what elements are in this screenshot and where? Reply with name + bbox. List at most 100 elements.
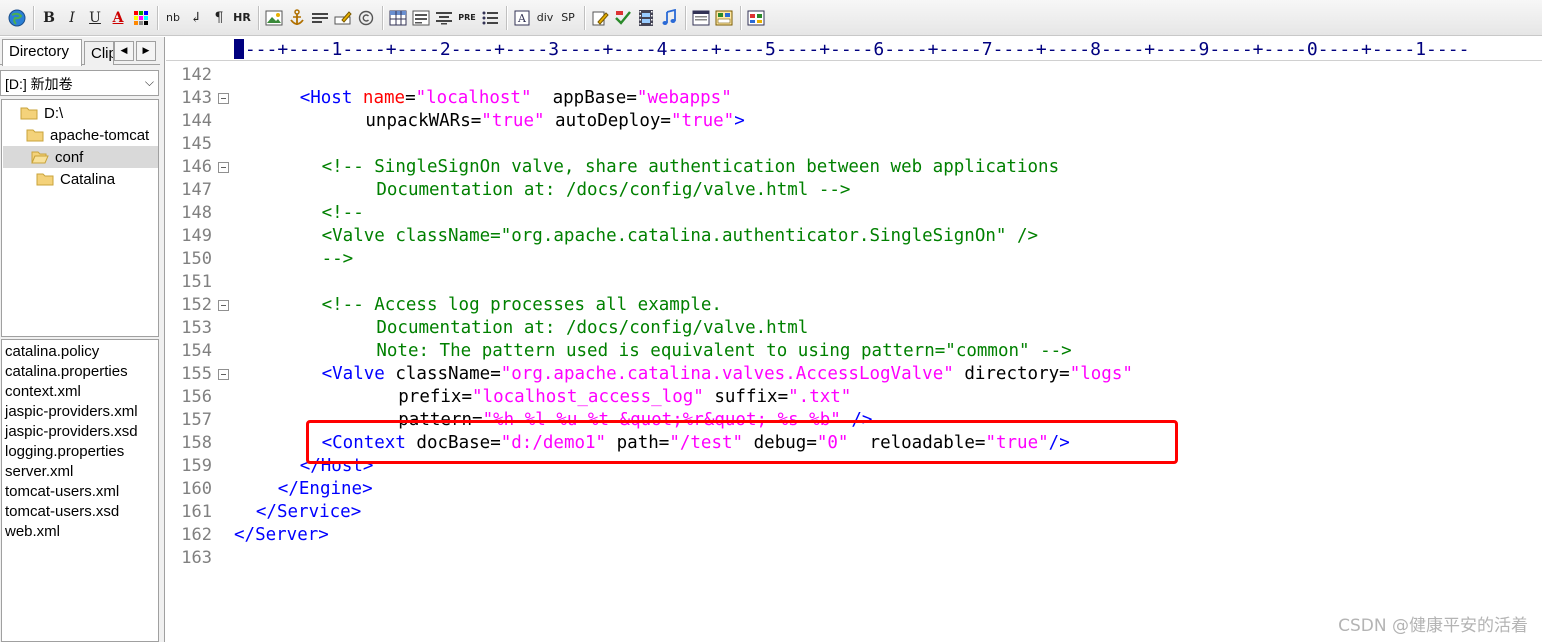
line-number: 152 xyxy=(181,295,212,315)
code-line[interactable]: 155 <Valve className="org.apache.catalina… xyxy=(166,363,1542,386)
tree-item-apache-tomcat[interactable]: apache-tomcat xyxy=(26,124,158,146)
line-number: 161 xyxy=(181,502,212,522)
span-button[interactable]: SP xyxy=(557,6,579,30)
italic-button[interactable]: I xyxy=(61,6,83,30)
xml-attribute: = xyxy=(461,387,473,407)
file-list-item[interactable]: context.xml xyxy=(2,382,158,402)
code-line[interactable]: 149 <Valve className="org.apache.catalina… xyxy=(166,225,1542,248)
panel-splitter[interactable] xyxy=(160,37,165,642)
fold-collapse-icon[interactable] xyxy=(218,93,229,104)
code-line[interactable]: 154 Note: The pattern used is equivalent … xyxy=(166,340,1542,363)
code-line[interactable]: 162 </Server> xyxy=(166,524,1542,547)
copyright-icon[interactable] xyxy=(355,6,377,30)
list-icon[interactable] xyxy=(479,6,501,30)
xml-attribute: reloadable xyxy=(848,433,975,453)
code-text: --> xyxy=(322,248,354,271)
fold-collapse-icon[interactable] xyxy=(218,369,229,380)
xml-attribute: = xyxy=(472,410,483,430)
edit-field-icon[interactable] xyxy=(332,6,354,30)
code-line[interactable]: 153 Documentation at: /docs/config/valve.… xyxy=(166,317,1542,340)
line-number: 163 xyxy=(181,548,212,568)
file-list-item[interactable]: web.xml xyxy=(2,522,158,542)
fold-collapse-icon[interactable] xyxy=(218,300,229,311)
drive-select[interactable]: [D:] 新加卷 ⌵ xyxy=(0,70,159,96)
drive-select-value: [D:] 新加卷 xyxy=(5,76,73,92)
tree-item-catalina[interactable]: Catalina xyxy=(36,168,158,190)
code-line[interactable]: 151 xyxy=(166,271,1542,294)
text-frame-icon[interactable]: A xyxy=(511,6,533,30)
nbsp-button[interactable]: nb xyxy=(162,6,184,30)
xml-value: "0" xyxy=(816,433,849,453)
code-line[interactable]: 163 xyxy=(166,547,1542,570)
file-list-item[interactable]: catalina.properties xyxy=(2,362,158,382)
code-line[interactable]: 159 </Host> xyxy=(166,455,1542,478)
code-line[interactable]: 142 xyxy=(166,64,1542,87)
tab-clipboard[interactable]: Clip xyxy=(84,41,114,65)
form-icon[interactable] xyxy=(410,6,432,30)
pre-button[interactable]: PRE xyxy=(456,6,478,30)
browser-preview-icon[interactable] xyxy=(745,6,767,30)
code-text: </Host> xyxy=(300,455,374,478)
edit-document-icon[interactable] xyxy=(589,6,611,30)
table-icon[interactable] xyxy=(387,6,409,30)
layout-icon[interactable] xyxy=(713,6,735,30)
spellcheck-icon[interactable] xyxy=(612,6,634,30)
tab-scroll-left-icon[interactable]: ◀ xyxy=(114,41,134,61)
file-list-item[interactable]: logging.properties xyxy=(2,442,158,462)
font-color-button[interactable]: A xyxy=(107,6,129,30)
linebreak-button[interactable]: ↲ xyxy=(185,6,207,30)
center-align-icon[interactable] xyxy=(433,6,455,30)
folder-tree: D:\ apache-tomcat conf Catalina < > xyxy=(1,99,159,337)
code-line[interactable]: 145 xyxy=(166,133,1542,156)
code-line[interactable]: 152 <!-- Access log processes all example… xyxy=(166,294,1542,317)
xml-tag: /> xyxy=(1048,433,1070,453)
tab-scroll-right-icon[interactable]: ▶ xyxy=(136,41,156,61)
file-list-item[interactable]: tomcat-users.xml xyxy=(2,482,158,502)
tree-item-conf[interactable]: conf xyxy=(3,146,158,168)
film-icon[interactable] xyxy=(635,6,657,30)
xml-tag: /> xyxy=(840,410,873,430)
code-text: <Valve className="org.apache.catalina.va… xyxy=(322,363,1133,386)
tab-directory[interactable]: Directory xyxy=(2,39,82,66)
code-editor[interactable]: ----+----1----+----2----+----3----+----4… xyxy=(166,37,1542,642)
code-line[interactable]: 146 <!-- SingleSignOn valve, share authen… xyxy=(166,156,1542,179)
xml-tag: </Server> xyxy=(234,525,329,545)
file-list-item[interactable]: jaspic-providers.xml xyxy=(2,402,158,422)
code-text: Documentation at: /docs/config/valve.htm… xyxy=(376,179,850,202)
horizontal-rule-button[interactable]: HR xyxy=(231,6,253,30)
code-text: </Server> xyxy=(234,524,329,547)
bold-button[interactable]: B xyxy=(38,6,60,30)
line-number: 155 xyxy=(181,364,212,384)
file-list-item[interactable]: server.xml xyxy=(2,462,158,482)
line-number: 150 xyxy=(181,249,212,269)
music-note-icon[interactable] xyxy=(658,6,680,30)
toolbar-separator xyxy=(584,5,585,30)
code-line[interactable]: 158 <Context docBase="d:/demo1" path="/te… xyxy=(166,432,1542,455)
window-icon[interactable] xyxy=(690,6,712,30)
underline-button[interactable]: U xyxy=(84,6,106,30)
file-list-item[interactable]: tomcat-users.xsd xyxy=(2,502,158,522)
code-line[interactable]: 144 unpackWARs="true" autoDeploy="true"> xyxy=(166,110,1542,133)
tree-item-drive[interactable]: D:\ xyxy=(20,102,158,124)
code-line[interactable]: 156 prefix="localhost_access_log" suffix=… xyxy=(166,386,1542,409)
code-line[interactable]: 148 <!-- xyxy=(166,202,1542,225)
fold-collapse-icon[interactable] xyxy=(218,162,229,173)
code-line[interactable]: 161 </Service> xyxy=(166,501,1542,524)
color-grid-icon[interactable] xyxy=(130,6,152,30)
code-line[interactable]: 157 pattern="%h %l %u %t &quot;%r&quot; %… xyxy=(166,409,1542,432)
file-list-item[interactable]: catalina.policy xyxy=(2,342,158,362)
div-button[interactable]: div xyxy=(534,6,556,30)
anchor-icon[interactable] xyxy=(286,6,308,30)
globe-icon[interactable] xyxy=(6,6,28,30)
code-line[interactable]: 147 Documentation at: /docs/config/valve.… xyxy=(166,179,1542,202)
code-line[interactable]: 160 </Engine> xyxy=(166,478,1542,501)
line-number: 160 xyxy=(181,479,212,499)
xml-value: ".txt" xyxy=(788,387,852,407)
text-lines-icon[interactable] xyxy=(309,6,331,30)
image-icon[interactable] xyxy=(263,6,285,30)
paragraph-button[interactable]: ¶ xyxy=(208,6,230,30)
code-line[interactable]: 150 --> xyxy=(166,248,1542,271)
file-list-item[interactable]: jaspic-providers.xsd xyxy=(2,422,158,442)
ruler-scale: ----+----1----+----2----+----3----+----4… xyxy=(234,39,1470,60)
code-line[interactable]: 143 <Host name="localhost" appBase="webap… xyxy=(166,87,1542,110)
